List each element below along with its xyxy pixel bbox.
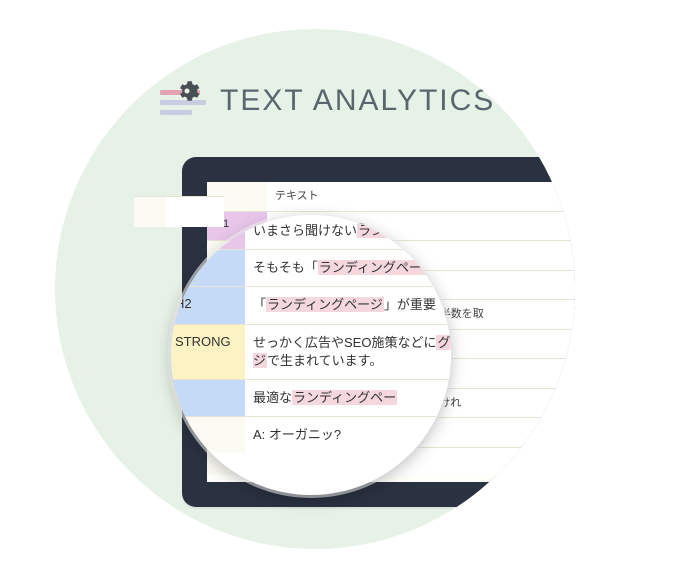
- table-row: テキスト: [207, 182, 575, 211]
- tag-cell: H2: [171, 250, 245, 286]
- table-row: H2「ランディングページ」が重要: [171, 286, 451, 323]
- text-cell: いまさら聞けないランディングペ: [245, 215, 451, 249]
- header: TEXT ANALYTICS: [160, 84, 495, 118]
- tag-cell: STRONG: [171, 325, 245, 379]
- text-cell: テキスト: [267, 182, 575, 211]
- tag-cell: [171, 417, 245, 453]
- table-row: STRONGせっかく広告やSEO施策などにグページで生まれています。: [171, 324, 451, 379]
- text-cell: 最適なランディングペー: [245, 380, 451, 416]
- text-cell: そもそも「ランディングページ」: [245, 250, 451, 286]
- gear-icon: [174, 78, 200, 104]
- table-row: 最適なランディングペー: [171, 379, 451, 416]
- text-cell: 「ランディングページ」が重要: [245, 287, 451, 323]
- text-cell: せっかく広告やSEO施策などにグページで生まれています。: [245, 325, 451, 379]
- logo: [160, 84, 206, 118]
- tag-cell: H2: [171, 287, 245, 323]
- edge-tag-cell: [134, 197, 166, 227]
- magnifier-lens: タグテキストH1いまさら聞けないランディングペH2そもそも「ランディングページ」…: [171, 215, 451, 495]
- text-cell: A: オーガニッ?: [245, 417, 451, 453]
- background-circle: TEXT ANALYTICS テキストH1・強調タグ(strong、ページ」って…: [55, 29, 575, 549]
- page-title: TEXT ANALYTICS: [220, 84, 495, 118]
- tag-cell: [171, 380, 245, 416]
- table-row: H2そもそも「ランディングページ」: [171, 249, 451, 286]
- magnified-table: タグテキストH1いまさら聞けないランディングペH2そもそも「ランディングページ」…: [171, 215, 451, 453]
- tag-cell: H1: [171, 215, 245, 249]
- table-row: H1いまさら聞けないランディングペ: [171, 215, 451, 249]
- table-row: A: オーガニッ?: [171, 416, 451, 453]
- stage: TEXT ANALYTICS テキストH1・強調タグ(strong、ページ」って…: [0, 0, 680, 563]
